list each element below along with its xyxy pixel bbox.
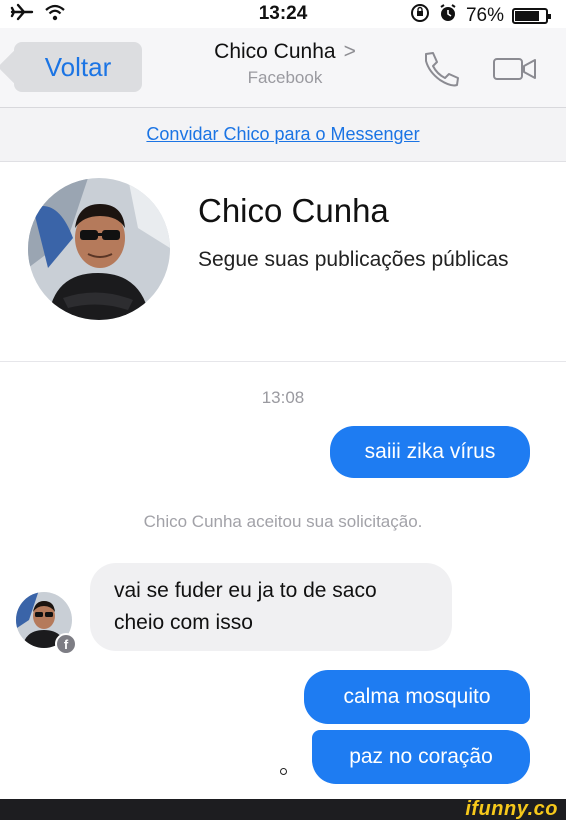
contact-name: Chico Cunha (214, 40, 336, 63)
outgoing-message[interactable]: calma mosquito (304, 670, 530, 724)
status-bar: 13:24 76% (0, 0, 566, 28)
profile-avatar[interactable] (28, 178, 170, 320)
outgoing-message[interactable]: paz no coração (312, 730, 530, 784)
battery-icon (512, 8, 551, 24)
chevron-right-icon: > (343, 40, 356, 63)
contact-source: Facebook (247, 68, 323, 87)
facebook-badge-icon: f (55, 633, 77, 655)
incoming-message[interactable]: vai se fuder eu ja to de saco cheio com … (90, 563, 452, 651)
back-button-label: Voltar (44, 51, 112, 82)
profile-subtitle: Segue suas publicações públicas (198, 248, 509, 271)
back-button[interactable]: Voltar (14, 42, 142, 92)
seen-indicator-icon (280, 768, 287, 775)
profile-header: Chico Cunha Segue suas publicações públi… (0, 162, 566, 362)
phone-icon[interactable] (418, 48, 462, 88)
system-message: Chico Cunha aceitou sua solicitação. (143, 512, 423, 531)
outgoing-message[interactable]: saiii zika vírus (330, 426, 530, 478)
orientation-lock-icon (410, 3, 430, 29)
invite-banner: Convidar Chico para o Messenger (0, 108, 566, 162)
battery-percent: 76% (465, 5, 504, 26)
watermark-bar: ifunny.co (0, 798, 566, 820)
conversation-header: Voltar Chico Cunha > Facebook (0, 28, 566, 108)
invite-link[interactable]: Convidar Chico para o Messenger (146, 124, 419, 145)
video-camera-icon[interactable] (492, 56, 538, 82)
alarm-icon (438, 3, 458, 29)
watermark: ifunny.co (465, 798, 558, 820)
message-timestamp: 13:08 (261, 388, 305, 407)
conversation-title[interactable]: Chico Cunha > Facebook (170, 40, 400, 88)
profile-name: Chico Cunha (198, 192, 389, 229)
